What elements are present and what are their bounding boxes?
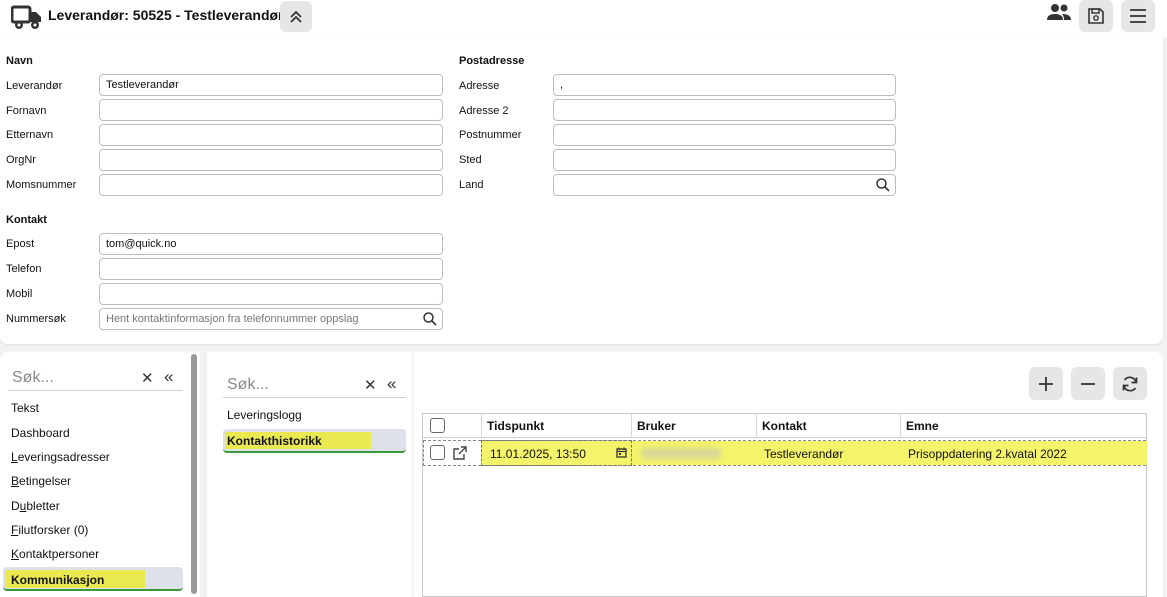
- fornavn-field[interactable]: [99, 99, 443, 121]
- collapse-header-button[interactable]: [280, 1, 312, 32]
- label-postnummer: Postnummer: [459, 129, 522, 141]
- users-icon[interactable]: [1047, 3, 1071, 21]
- label-mobil: Mobil: [6, 288, 33, 300]
- mnemonic: K: [11, 547, 20, 561]
- menu-icon: [1130, 9, 1146, 23]
- orgnr-field[interactable]: [99, 149, 443, 171]
- telefon-field[interactable]: [99, 258, 443, 280]
- column-divider: [756, 414, 757, 438]
- add-button[interactable]: [1029, 367, 1063, 400]
- label-telefon: Telefon: [6, 263, 42, 275]
- truck-icon: [11, 5, 41, 29]
- remove-button[interactable]: [1071, 367, 1105, 400]
- label-sted: Sted: [459, 154, 482, 166]
- sub-nav-item-leveringslogg[interactable]: Leveringslogg: [227, 408, 302, 422]
- save-icon: [1088, 8, 1104, 24]
- left-nav-search-placeholder: Søk...: [12, 369, 54, 386]
- epost-field[interactable]: tom@quick.no: [99, 233, 443, 255]
- clear-icon[interactable]: ✕: [364, 376, 377, 394]
- sub-nav-search-placeholder: Søk...: [227, 376, 269, 393]
- cell-bruker-redacted: [641, 448, 721, 459]
- cell-emne: Prisoppdatering 2.kvatal 2022: [908, 447, 1067, 461]
- label-land: Land: [459, 179, 484, 191]
- nav-item-text: bletter: [26, 499, 60, 513]
- label-momsnummer: Momsnummer: [6, 179, 77, 191]
- nummersok-placeholder: Hent kontaktinformasjon fra telefonnumme…: [106, 313, 359, 325]
- etternavn-field[interactable]: [99, 124, 443, 146]
- cell-kontakt: Testleverandør: [764, 447, 844, 461]
- nav-item-kommunikasjon[interactable]: Kommunikasjon: [11, 573, 104, 587]
- mobil-field[interactable]: [99, 283, 443, 305]
- column-header-tidspunkt[interactable]: Tidspunkt: [487, 419, 544, 433]
- column-header-emne[interactable]: Emne: [906, 419, 939, 433]
- land-field[interactable]: [553, 174, 896, 196]
- minus-icon: [1081, 382, 1095, 385]
- plus-icon: [1039, 376, 1053, 391]
- save-button[interactable]: [1079, 0, 1113, 32]
- nav-item-dashboard[interactable]: Dashboard: [11, 426, 70, 440]
- open-external-icon[interactable]: [453, 446, 467, 460]
- column-header-kontakt[interactable]: Kontakt: [762, 419, 807, 433]
- refresh-icon: [1122, 375, 1138, 392]
- header: Leverandør: 50525 - Testleverandør: [0, 0, 1167, 38]
- column-divider: [481, 414, 482, 438]
- mnemonic: B: [11, 474, 20, 488]
- nav-item-text: etingelser: [19, 474, 72, 488]
- search-icon[interactable]: [423, 312, 437, 326]
- refresh-button[interactable]: [1113, 367, 1147, 400]
- calendar-icon[interactable]: [616, 447, 627, 458]
- label-adresse2: Adresse 2: [459, 105, 509, 117]
- cell-tidspunkt: 11.01.2025, 13:50: [490, 447, 586, 461]
- page-title: Leverandør: 50525 - Testleverandør: [48, 7, 284, 23]
- nav-item-text: everingsadresser: [17, 450, 110, 464]
- row-checkbox[interactable]: [430, 445, 445, 460]
- postnummer-field[interactable]: [553, 124, 896, 146]
- menu-button[interactable]: [1121, 0, 1155, 32]
- column-divider: [631, 414, 632, 438]
- section-title-postadresse: Postadresse: [459, 55, 525, 67]
- label-epost: Epost: [6, 238, 35, 250]
- label-fornavn: Fornavn: [6, 105, 47, 117]
- nav-item-filutforsker[interactable]: Filutforsker (0): [11, 523, 88, 537]
- label-adresse: Adresse: [459, 80, 500, 92]
- sub-nav-item-kontakthistorikk[interactable]: Kontakthistorikk: [227, 434, 322, 448]
- grid-header: Tidspunkt Bruker Kontakt Emne: [423, 414, 1146, 438]
- sted-field[interactable]: [553, 149, 896, 171]
- nav-item-tekst[interactable]: Tekst: [11, 401, 39, 415]
- nav-item-text: ilutforsker (0): [18, 523, 89, 537]
- sub-nav-search[interactable]: Søk... ✕ «: [223, 372, 406, 398]
- left-nav-search[interactable]: Søk... ✕ «: [8, 365, 183, 391]
- section-title-navn: Navn: [6, 55, 33, 67]
- nav-item-betingelser[interactable]: Betingelser: [11, 474, 71, 488]
- label-orgnr: OrgNr: [6, 154, 36, 166]
- chevron-double-left-icon[interactable]: «: [164, 367, 173, 387]
- label-leverandor: Leverandør: [6, 80, 63, 92]
- datetime-cell[interactable]: 11.01.2025, 13:50: [481, 440, 632, 466]
- leverandor-field[interactable]: Testleverandør: [99, 74, 443, 96]
- adresse-field[interactable]: ,: [553, 74, 896, 96]
- column-header-bruker[interactable]: Bruker: [637, 419, 676, 433]
- table-row[interactable]: 11.01.2025, 13:50 Testleverandør Prisopp…: [423, 440, 1147, 466]
- label-nummersok: Nummersøk: [6, 313, 66, 325]
- label-etternavn: Etternavn: [6, 129, 54, 141]
- section-title-kontakt: Kontakt: [6, 214, 47, 226]
- search-icon[interactable]: [876, 178, 890, 192]
- nav-item-text: ontaktpersoner: [19, 547, 100, 561]
- contact-history-grid: Tidspunkt Bruker Kontakt Emne 11.01.2025…: [422, 413, 1147, 597]
- nav-item-leveringsadresser[interactable]: Leveringsadresser: [11, 450, 110, 464]
- nav-item-text: D: [11, 499, 20, 513]
- scrollbar[interactable]: [191, 354, 197, 594]
- mnemonic: L: [11, 450, 18, 464]
- momsnummer-field[interactable]: [99, 174, 443, 196]
- adresse2-field[interactable]: [553, 99, 896, 121]
- nav-item-dubletter[interactable]: Dubletter: [11, 499, 60, 513]
- select-all-checkbox[interactable]: [430, 418, 445, 433]
- column-divider: [900, 414, 901, 438]
- nav-item-kontaktpersoner[interactable]: Kontaktpersoner: [11, 547, 99, 561]
- nummersok-field[interactable]: Hent kontaktinformasjon fra telefonnumme…: [99, 308, 443, 330]
- chevron-double-up-icon: [290, 10, 302, 23]
- chevron-double-left-icon[interactable]: «: [387, 374, 396, 394]
- clear-icon[interactable]: ✕: [141, 369, 154, 387]
